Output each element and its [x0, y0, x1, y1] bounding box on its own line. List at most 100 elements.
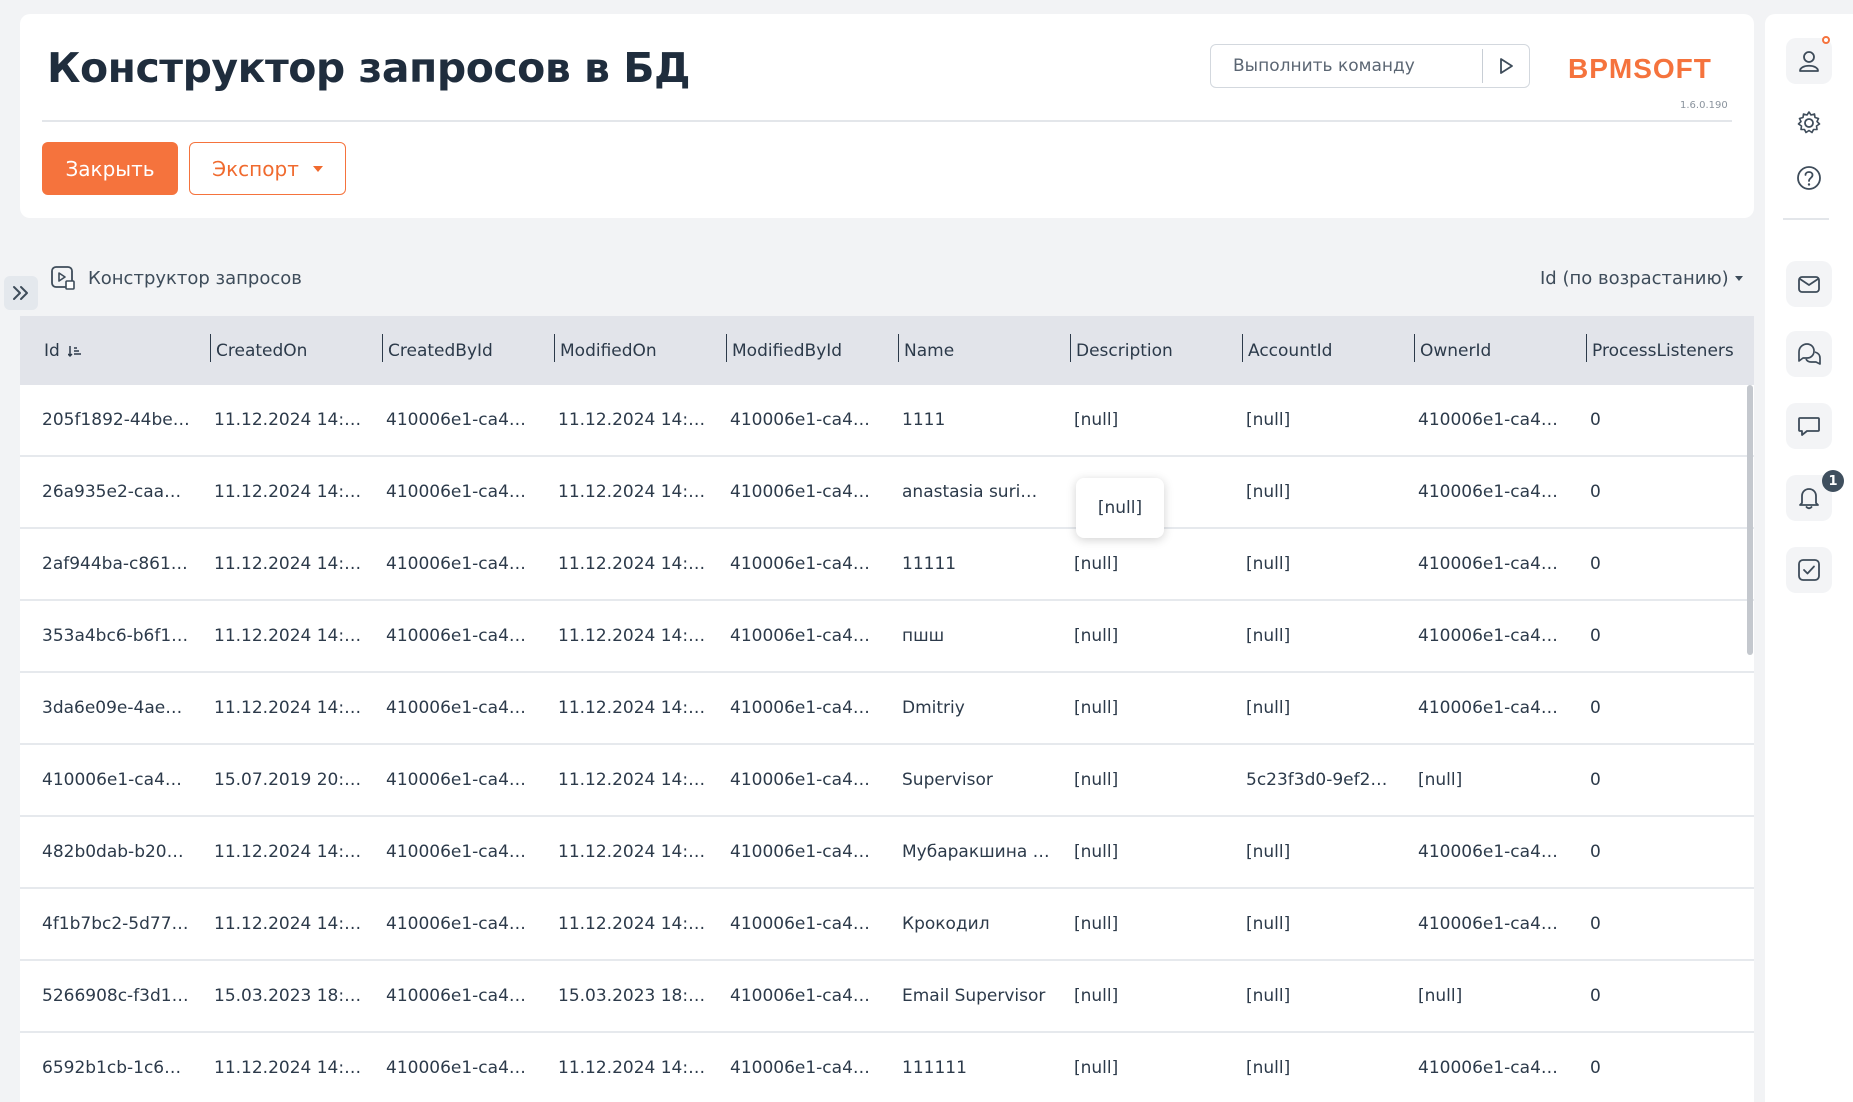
table-row[interactable]: 2af944ba-c861… 11.12.2024 14:… 410006e1-ca…: [20, 529, 1754, 601]
vertical-scrollbar[interactable]: [1747, 385, 1753, 655]
comments-button[interactable]: [1786, 403, 1832, 449]
table-cell: 410006e1-ca4…: [386, 698, 526, 718]
table-cell: 0: [1590, 842, 1601, 862]
table-cell: 410006e1-ca4…: [730, 554, 870, 574]
column-header-modifiedbyid[interactable]: ModifiedById: [732, 316, 842, 385]
mail-button[interactable]: [1786, 261, 1832, 307]
expand-panel-button[interactable]: [4, 276, 38, 310]
table-row[interactable]: 4f1b7bc2-5d77… 11.12.2024 14:… 410006e1-ca…: [20, 889, 1754, 961]
table-cell: 0: [1590, 410, 1601, 430]
table-cell: 15.03.2023 18:…: [214, 986, 362, 1006]
column-resize-handle[interactable]: [382, 334, 383, 362]
column-header-id[interactable]: Id: [44, 316, 82, 385]
title-divider: [42, 120, 1732, 122]
table-cell: 0: [1590, 626, 1601, 646]
header-card: Конструктор запросов в БД BPMSOFT 1.6.0.…: [20, 14, 1754, 218]
column-resize-handle[interactable]: [1586, 334, 1587, 362]
data-table: Id CreatedOn CreatedById ModifiedOn Modified…: [20, 316, 1754, 1102]
play-icon: [1500, 58, 1513, 74]
table-cell: 11.12.2024 14:…: [214, 698, 362, 718]
column-resize-handle[interactable]: [1414, 334, 1415, 362]
table-cell: 5266908c-f3d1…: [42, 986, 189, 1006]
help-button[interactable]: [1786, 155, 1832, 201]
table-cell: 410006e1-ca4…: [386, 554, 526, 574]
column-header-description[interactable]: Description: [1076, 316, 1173, 385]
column-header-createdon[interactable]: CreatedOn: [216, 316, 307, 385]
right-rail: 1: [1765, 14, 1853, 1102]
column-resize-handle[interactable]: [898, 334, 899, 362]
run-command-button[interactable]: [1483, 45, 1529, 87]
table-row[interactable]: 410006e1-ca4… 15.07.2019 20:… 410006e1-ca4…: [20, 745, 1754, 817]
table-cell: 410006e1-ca4…: [386, 842, 526, 862]
table-row[interactable]: 5266908c-f3d1… 15.03.2023 18:… 410006e1-ca…: [20, 961, 1754, 1033]
table-cell: 410006e1-ca4…: [1418, 698, 1558, 718]
column-header-name[interactable]: Name: [904, 316, 954, 385]
bell-icon: [1799, 488, 1819, 510]
table-cell: 410006e1-ca4…: [730, 410, 870, 430]
sort-dropdown[interactable]: Id (по возрастанию): [1540, 268, 1743, 289]
settings-button[interactable]: [1786, 100, 1832, 146]
query-builder-icon: [51, 266, 75, 290]
table-row[interactable]: 6592b1cb-1c6… 11.12.2024 14:… 410006e1-ca4…: [20, 1033, 1754, 1102]
column-header-processlisteners[interactable]: ProcessListeners: [1592, 316, 1734, 385]
table-cell: 410006e1-ca4…: [730, 842, 870, 862]
table-cell: 410006e1-ca4…: [386, 410, 526, 430]
column-header-label: Name: [904, 340, 955, 361]
table-cell: 0: [1590, 554, 1601, 574]
table-cell: 410006e1-ca4…: [730, 914, 870, 934]
table-cell: 11.12.2024 14:…: [558, 554, 706, 574]
command-box: [1210, 44, 1530, 88]
command-input[interactable]: [1211, 45, 1482, 87]
export-button[interactable]: Экспорт: [189, 142, 346, 195]
column-header-ownerid[interactable]: OwnerId: [1420, 316, 1491, 385]
comment-icon: [1798, 417, 1820, 436]
column-resize-handle[interactable]: [210, 334, 211, 362]
table-cell: 410006e1-ca4…: [1418, 410, 1558, 430]
table-cell: [null]: [1074, 1058, 1119, 1078]
table-cell: 410006e1-ca4…: [730, 770, 870, 790]
table-row[interactable]: 353a4bc6-b6f1… 11.12.2024 14:… 410006e1-ca…: [20, 601, 1754, 673]
table-cell: [null]: [1246, 986, 1291, 1006]
table-cell: [null]: [1074, 410, 1119, 430]
close-button[interactable]: Закрыть: [42, 142, 178, 195]
sort-label: Id (по возрастанию): [1540, 268, 1729, 289]
table-cell: 15.07.2019 20:…: [214, 770, 362, 790]
tasks-button[interactable]: [1786, 547, 1832, 593]
table-cell: 111111: [902, 1058, 967, 1078]
column-resize-handle[interactable]: [554, 334, 555, 362]
table-row[interactable]: 482b0dab-b20… 11.12.2024 14:… 410006e1-ca4…: [20, 817, 1754, 889]
table-cell: 410006e1-ca4…: [1418, 554, 1558, 574]
table-cell: 11.12.2024 14:…: [558, 1058, 706, 1078]
column-header-modifiedon[interactable]: ModifiedOn: [560, 316, 657, 385]
column-resize-handle[interactable]: [1070, 334, 1071, 362]
table-cell: 0: [1590, 1058, 1601, 1078]
table-cell: 3da6e09e-4ae…: [42, 698, 183, 718]
table-cell: 11.12.2024 14:…: [214, 626, 362, 646]
table-cell: 11.12.2024 14:…: [558, 626, 706, 646]
double-chevron-right-icon: [13, 286, 28, 300]
chat-button[interactable]: [1786, 331, 1832, 377]
table-cell: [null]: [1074, 626, 1119, 646]
profile-button[interactable]: [1786, 38, 1832, 84]
column-header-accountid[interactable]: AccountId: [1248, 316, 1332, 385]
table-row[interactable]: 26a935e2-caa… 11.12.2024 14:… 410006e1-ca4…: [20, 457, 1754, 529]
export-button-label: Экспорт: [212, 156, 299, 181]
table-cell: Мубаракшина …: [902, 842, 1050, 862]
chevron-down-icon: [1734, 276, 1743, 281]
table-body: 205f1892-44be… 11.12.2024 14:… 410006e1-ca…: [20, 385, 1754, 1102]
table-cell: Dmitriy: [902, 698, 965, 718]
table-row[interactable]: 205f1892-44be… 11.12.2024 14:… 410006e1-ca…: [20, 385, 1754, 457]
column-resize-handle[interactable]: [726, 334, 727, 362]
brand-logo-text: BPMSOFT: [1568, 53, 1712, 84]
table-cell: 410006e1-ca4…: [730, 626, 870, 646]
table-cell: [null]: [1074, 914, 1119, 934]
cell-tooltip: [null]: [1076, 478, 1164, 538]
column-header-createdbyid[interactable]: CreatedById: [388, 316, 493, 385]
table-cell: 15.03.2023 18:…: [558, 986, 706, 1006]
gear-icon: [1797, 111, 1821, 134]
table-cell: 0: [1590, 986, 1601, 1006]
table-cell: 410006e1-ca4…: [1418, 842, 1558, 862]
table-cell: 410006e1-ca4…: [730, 986, 870, 1006]
table-row[interactable]: 3da6e09e-4ae… 11.12.2024 14:… 410006e1-ca4…: [20, 673, 1754, 745]
column-resize-handle[interactable]: [1242, 334, 1243, 362]
